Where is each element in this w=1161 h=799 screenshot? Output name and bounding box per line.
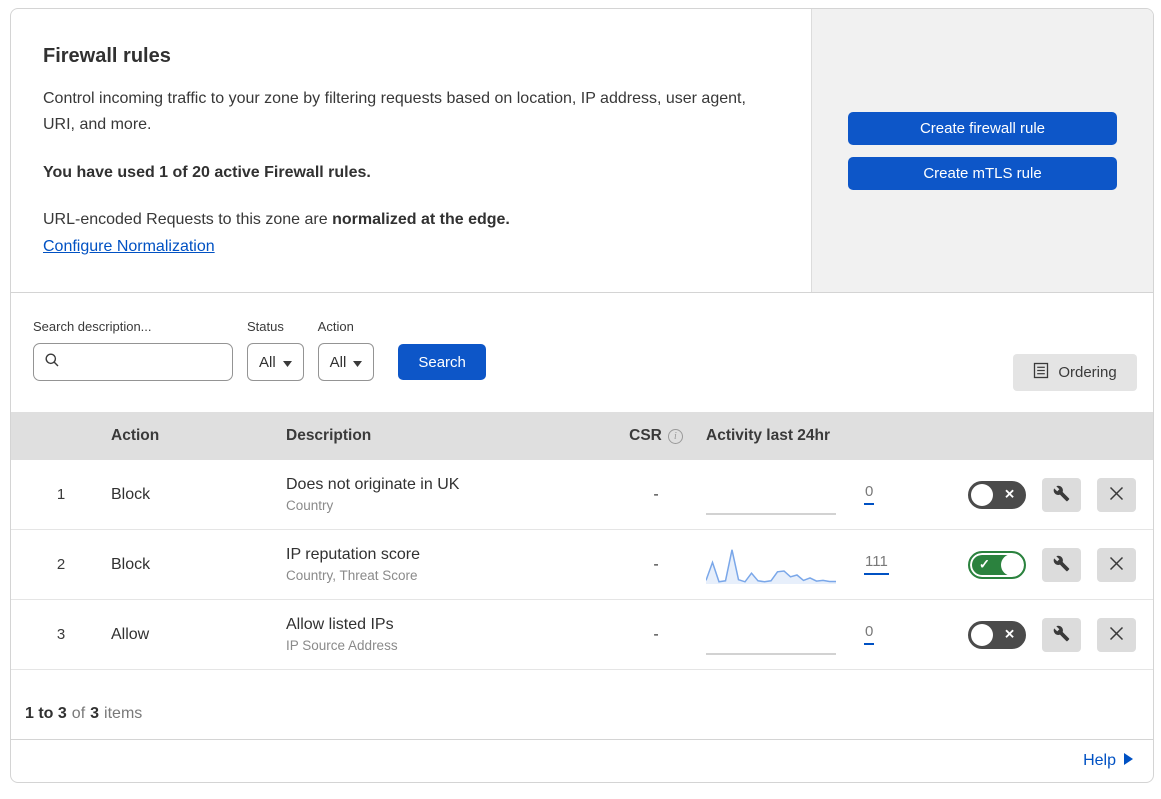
rule-criteria: Country, Threat Score bbox=[286, 568, 418, 583]
normalization-bold-text: normalized at the edge. bbox=[332, 211, 510, 228]
delete-rule-button[interactable] bbox=[1097, 617, 1136, 652]
description-column-header: Description bbox=[286, 427, 372, 444]
caret-right-icon bbox=[1123, 752, 1133, 770]
activity-count-link[interactable]: 0 bbox=[864, 624, 875, 645]
status-selected-value: All bbox=[259, 353, 276, 371]
activity-column-header: Activity last 24hr bbox=[706, 427, 831, 444]
ordering-button[interactable]: Ordering bbox=[1013, 354, 1137, 391]
items-total: 3 bbox=[90, 705, 100, 722]
normalization-text: URL-encoded Requests to this zone are bbox=[43, 211, 333, 228]
status-dropdown[interactable]: All bbox=[247, 343, 304, 381]
toggle-knob bbox=[971, 483, 993, 506]
csr-value: - bbox=[653, 625, 659, 643]
wrench-icon bbox=[1053, 625, 1070, 645]
check-icon: ✓ bbox=[979, 556, 990, 572]
activity-count-link[interactable]: 111 bbox=[864, 554, 889, 575]
action-label: Action bbox=[317, 319, 354, 334]
wrench-icon bbox=[1053, 555, 1070, 575]
action-column-header: Action bbox=[111, 427, 160, 444]
help-label: Help bbox=[1083, 752, 1116, 769]
page-title: Firewall rules bbox=[43, 45, 171, 67]
chevron-down-icon bbox=[353, 354, 363, 371]
csr-header-label: CSR bbox=[629, 427, 662, 444]
create-firewall-rule-button[interactable]: Create firewall rule bbox=[848, 111, 1117, 145]
action-filter-group: Action All bbox=[317, 319, 375, 381]
csr-column-header: CSR i bbox=[606, 427, 706, 445]
configure-normalization-link[interactable]: Configure Normalization bbox=[43, 238, 215, 256]
ordering-label: Ordering bbox=[1058, 364, 1117, 381]
ordering-icon bbox=[1033, 362, 1049, 383]
search-field[interactable] bbox=[33, 343, 267, 381]
chevron-down-icon bbox=[282, 354, 292, 371]
page-description: Control incoming traffic to your zone by… bbox=[43, 90, 746, 133]
action-dropdown[interactable]: All bbox=[317, 343, 375, 381]
rule-action: Block bbox=[111, 485, 151, 503]
status-filter-group: Status All bbox=[247, 319, 304, 381]
rule-enabled-toggle[interactable]: ✓ ✕ bbox=[968, 480, 1026, 509]
intro-text-block: Firewall rules Control incoming traffic … bbox=[11, 9, 811, 292]
table-row: 1 Block Does not originate in UK Country… bbox=[11, 460, 1153, 530]
wrench-icon bbox=[1053, 485, 1070, 505]
activity-sparkline bbox=[706, 473, 836, 517]
search-group: Search description... bbox=[33, 319, 267, 381]
normalization-note: URL-encoded Requests to this zone are no… bbox=[43, 208, 771, 232]
x-icon: ✕ bbox=[1004, 486, 1015, 502]
table-header: Action Description CSR i Activity last 24… bbox=[11, 412, 1153, 460]
search-label: Search description... bbox=[33, 319, 152, 334]
action-selected-value: All bbox=[329, 353, 347, 371]
create-actions-panel: Create firewall rule Create mTLS rule bbox=[811, 9, 1153, 292]
csr-value: - bbox=[653, 485, 659, 503]
csr-value: - bbox=[653, 555, 659, 573]
close-icon bbox=[1109, 556, 1124, 574]
activity-sparkline bbox=[705, 543, 836, 587]
rule-criteria: Country bbox=[286, 498, 334, 513]
intro-section: Firewall rules Control incoming traffic … bbox=[11, 9, 1153, 293]
activity-count-link[interactable]: 0 bbox=[864, 484, 875, 505]
help-link[interactable]: Help bbox=[1083, 752, 1133, 770]
help-bar: Help bbox=[11, 740, 1153, 782]
rule-enabled-toggle[interactable]: ✓ ✕ bbox=[968, 550, 1026, 579]
edit-rule-button[interactable] bbox=[1042, 547, 1081, 582]
close-icon bbox=[1109, 486, 1124, 504]
create-mtls-rule-button[interactable]: Create mTLS rule bbox=[848, 156, 1117, 190]
rule-action: Block bbox=[111, 555, 151, 573]
search-button[interactable]: Search bbox=[398, 344, 486, 380]
x-icon: ✕ bbox=[1004, 626, 1015, 642]
delete-rule-button[interactable] bbox=[1097, 547, 1136, 582]
table-row: 2 Block IP reputation score Country, Thr… bbox=[11, 530, 1153, 600]
items-label: items bbox=[104, 705, 143, 722]
delete-rule-button[interactable] bbox=[1097, 477, 1136, 512]
search-input[interactable] bbox=[68, 353, 267, 371]
rule-enabled-toggle[interactable]: ✓ ✕ bbox=[968, 620, 1026, 649]
rule-action: Allow bbox=[111, 625, 150, 643]
firewall-rules-panel: Firewall rules Control incoming traffic … bbox=[10, 8, 1154, 783]
table-row: 3 Allow Allow listed IPs IP Source Addre… bbox=[11, 600, 1153, 670]
edit-rule-button[interactable] bbox=[1042, 617, 1081, 652]
items-range: 1 to 3 bbox=[25, 705, 67, 722]
toggle-knob bbox=[971, 623, 993, 646]
usage-summary: You have used 1 of 20 active Firewall ru… bbox=[43, 164, 371, 181]
rule-priority: 1 bbox=[56, 486, 66, 503]
status-label: Status bbox=[247, 319, 284, 334]
close-icon bbox=[1109, 626, 1124, 644]
items-of-text: of bbox=[71, 705, 86, 722]
search-icon bbox=[44, 352, 60, 373]
pagination-summary: 1 to 3 of 3 items bbox=[11, 670, 1153, 740]
filter-bar: Search description... Status All Action bbox=[11, 293, 1153, 412]
rule-description: Allow listed IPs bbox=[286, 616, 394, 633]
rule-priority: 2 bbox=[56, 556, 66, 573]
edit-rule-button[interactable] bbox=[1042, 477, 1081, 512]
info-icon[interactable]: i bbox=[667, 428, 683, 444]
rule-criteria: IP Source Address bbox=[286, 638, 398, 653]
rule-description: IP reputation score bbox=[286, 546, 421, 563]
activity-sparkline bbox=[706, 613, 836, 657]
rule-description: Does not originate in UK bbox=[286, 476, 460, 493]
toggle-knob bbox=[1001, 553, 1023, 576]
rule-priority: 3 bbox=[56, 626, 66, 643]
